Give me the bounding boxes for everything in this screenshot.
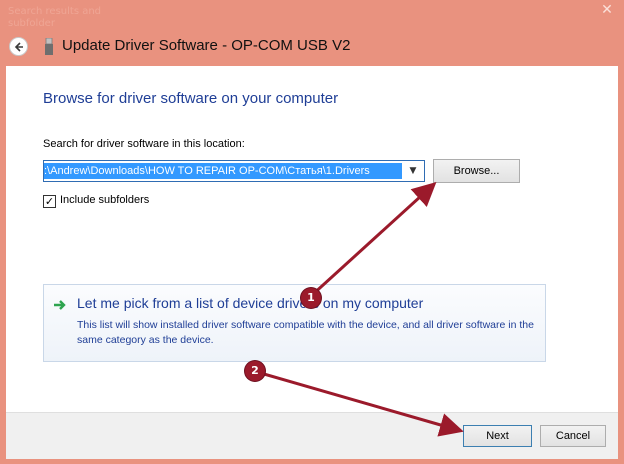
- arrow-to-browse: [309, 181, 437, 298]
- step-marker-1: 1: [301, 288, 321, 308]
- arrow-to-next: [256, 370, 464, 437]
- step-marker-2: 2: [245, 361, 265, 381]
- annotation-arrows: [256, 181, 464, 437]
